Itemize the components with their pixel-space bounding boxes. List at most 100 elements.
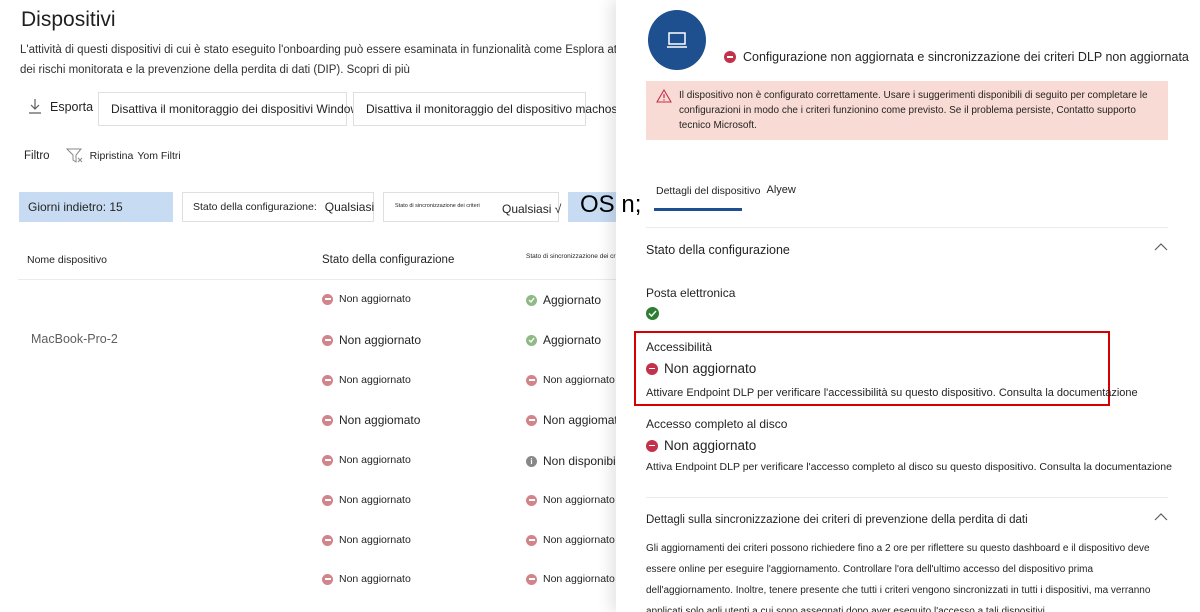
- accessibility-description[interactable]: Attivare Endpoint DLP per verificare l'a…: [646, 387, 1138, 399]
- minus-circle-icon: [322, 374, 333, 386]
- column-header-sync[interactable]: Stato di sincronizzazione dei criteri: [526, 253, 626, 260]
- sync-status-text: Non aggiornato: [543, 534, 615, 546]
- filter-bar: Filtro Ripristina Yom Filtri: [24, 148, 181, 164]
- column-header-config[interactable]: Stato della configurazione: [322, 254, 454, 266]
- sync-status-cell: Non aggiomato: [526, 413, 624, 427]
- sync-status-filter[interactable]: Stato di sincronizzazione dei criteri Qu…: [383, 192, 562, 222]
- page-description: L'attività di questi dispositivi di cui …: [20, 44, 640, 76]
- disable-mac-monitoring-button[interactable]: Disattiva il monitoraggio del dispositiv…: [353, 92, 617, 126]
- config-status-text: Non aggiornato: [339, 333, 422, 347]
- chevron-up-icon[interactable]: [1154, 242, 1168, 252]
- section-divider: [646, 227, 1168, 228]
- config-status-cell: Non aggiornato: [322, 293, 411, 305]
- config-filter-value: Qualsiasi: [324, 200, 375, 214]
- sync-status-text: Non aggiomato: [543, 413, 625, 427]
- minus-circle-icon: [526, 573, 537, 585]
- chevron-up-icon[interactable]: [1154, 512, 1168, 522]
- warning-text: Il dispositivo non è configurato corrett…: [679, 90, 1148, 131]
- error-icon: [646, 362, 658, 375]
- config-filter-label: Stato della configurazione:: [193, 201, 317, 213]
- minus-circle-icon: [322, 454, 333, 466]
- config-status-cell: Non aggiomato: [322, 413, 420, 427]
- export-button[interactable]: Esporta: [28, 98, 93, 114]
- device-name-cell[interactable]: MacBook-Pro-2: [31, 332, 118, 346]
- config-section-title[interactable]: Stato della configurazione: [646, 243, 790, 257]
- days-back-filter[interactable]: Giorni indietro: 15: [19, 192, 173, 222]
- section-divider: [646, 497, 1168, 498]
- clear-filters-link[interactable]: Yom Filtri: [137, 150, 180, 162]
- config-status-cell: Non aggiornato: [322, 333, 421, 347]
- page-title: Dispositivi: [21, 8, 116, 31]
- filter-icon[interactable]: [65, 148, 84, 164]
- minus-circle-icon: [526, 494, 537, 506]
- sync-status-cell: Aggiornato: [526, 333, 601, 347]
- minus-circle-icon: [526, 374, 537, 386]
- active-tab-indicator: [654, 208, 742, 211]
- config-status-text: Non aggiornato: [339, 494, 411, 506]
- sync-status-text: Non disponibile: [543, 454, 626, 468]
- filter-label: Filtro: [24, 150, 50, 162]
- minus-circle-icon: [322, 573, 333, 585]
- config-status-text: Non aggiornato: [339, 374, 411, 386]
- os-filter-label: OS n;: [580, 191, 642, 218]
- sync-status-cell: Non aggiornato: [526, 494, 615, 506]
- sync-status-cell: i Non disponibile: [526, 454, 625, 468]
- sync-section-title[interactable]: Dettagli sulla sincronizzazione dei crit…: [646, 514, 1028, 526]
- device-status-text: Configurazione non aggiornata e sincroni…: [743, 50, 1189, 64]
- column-header-device[interactable]: Nome dispositivo: [27, 254, 107, 266]
- download-icon: [29, 99, 41, 114]
- sync-status-cell: Aggiornato: [526, 293, 601, 307]
- check-circle-icon: [646, 307, 659, 320]
- email-label: Posta elettronica: [646, 286, 736, 300]
- minus-circle-icon: [322, 534, 333, 546]
- config-status-text: Non aggiornato: [339, 534, 411, 546]
- minus-circle-icon: [322, 414, 333, 426]
- tab-device-details[interactable]: Dettagli del dispositivo: [656, 185, 760, 197]
- device-status-header: Configurazione non aggiornata e sincroni…: [724, 50, 1189, 64]
- config-status-cell: Non aggiornato: [322, 573, 411, 585]
- accessibility-status-text: Non aggiornato: [664, 361, 757, 376]
- config-status-text: Non aggiornato: [339, 293, 411, 305]
- disable-windows-monitoring-button[interactable]: Disattiva il monitoraggio dei dispositiv…: [98, 92, 365, 126]
- sync-status-text: Aggiornato: [543, 333, 602, 347]
- sync-status-cell: Non aggiornato: [526, 374, 615, 386]
- device-details-panel: Configurazione non aggiornata e sincroni…: [616, 0, 1200, 612]
- error-icon: [724, 51, 736, 63]
- info-circle-icon: i: [526, 455, 537, 467]
- minus-circle-icon: [526, 414, 537, 426]
- disk-access-description[interactable]: Attiva Endpoint DLP per verificare l'acc…: [646, 461, 1172, 473]
- config-status-cell: Non aggiornato: [322, 534, 411, 546]
- sync-status-text: Non aggiornato: [543, 374, 615, 386]
- sync-status-text: Aggiornato: [543, 293, 602, 307]
- config-status-text: Non aggiornato: [339, 454, 411, 466]
- config-status-text: Non aggiomato: [339, 413, 421, 427]
- warning-banner: Il dispositivo non è configurato corrett…: [646, 81, 1168, 140]
- minus-circle-icon: [322, 334, 333, 346]
- header-divider: [18, 279, 640, 280]
- check-circle-icon: [526, 334, 537, 346]
- accessibility-status: Non aggiornato: [646, 361, 756, 376]
- sync-status-cell: Non aggiornato: [526, 534, 615, 546]
- tab-alyew[interactable]: Alyew: [766, 184, 795, 197]
- sync-status-text: Non aggiornato: [543, 494, 615, 506]
- warning-icon: [656, 89, 672, 103]
- sync-filter-value: Qualsiasi √: [502, 202, 562, 216]
- sync-description: Gli aggiornamenti dei criteri possono ri…: [646, 543, 1151, 612]
- device-avatar: [648, 10, 706, 70]
- check-circle-icon: [526, 294, 537, 306]
- error-icon: [646, 439, 658, 452]
- config-status-cell: Non aggiornato: [322, 494, 411, 506]
- config-status-text: Non aggiornato: [339, 573, 411, 585]
- config-status-cell: Non aggiornato: [322, 454, 411, 466]
- sync-status-text: Non aggiornato: [543, 573, 615, 585]
- minus-circle-icon: [322, 494, 333, 506]
- disk-access-status: Non aggiornato: [646, 438, 756, 453]
- config-status-filter[interactable]: Stato della configurazione: Qualsiasi: [182, 192, 374, 222]
- reset-filters-link[interactable]: Ripristina: [90, 150, 134, 162]
- minus-circle-icon: [526, 534, 537, 546]
- config-status-cell: Non aggiornato: [322, 374, 411, 386]
- sync-status-cell: Non aggiornato: [526, 573, 615, 585]
- export-label: Esporta: [50, 100, 94, 114]
- toolbar: Esporta Disattiva il monitoraggio dei di…: [0, 92, 640, 128]
- laptop-icon: [667, 32, 687, 48]
